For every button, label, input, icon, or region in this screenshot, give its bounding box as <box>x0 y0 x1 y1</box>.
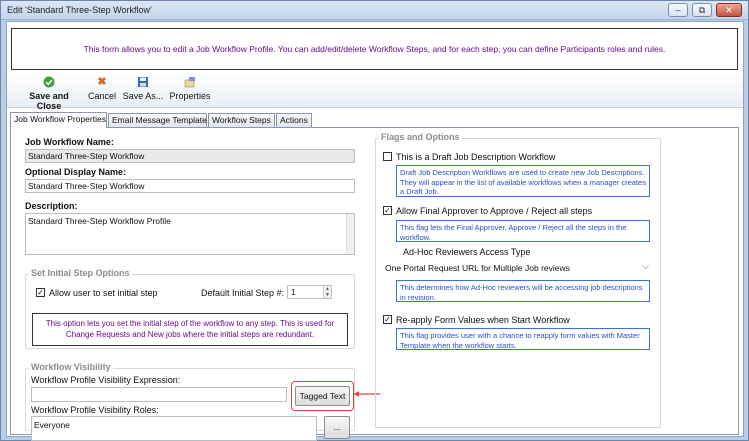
tab-email-message-template[interactable]: Email Message Template <box>108 113 207 128</box>
close-icon[interactable]: ✕ <box>716 3 742 17</box>
reapply-form-values-checkbox[interactable]: ✓ <box>383 315 392 324</box>
properties-label: Properties <box>169 91 211 101</box>
display-name-input[interactable]: Standard Three-Step Workflow <box>25 179 355 193</box>
save-as-label: Save As... <box>122 91 164 101</box>
tagged-text-highlight <box>291 381 354 411</box>
visibility-roles-field[interactable]: Everyone <box>31 416 317 441</box>
draft-workflow-label: This is a Draft Job Description Workflow <box>396 152 556 162</box>
form-description-banner: This form allows you to edit a Job Workf… <box>11 28 738 70</box>
restore-icon[interactable]: ⧉ <box>692 3 712 17</box>
flags-options-title: Flags and Options <box>379 132 462 142</box>
final-approver-note: This flag lets the Final Approver, Appro… <box>396 220 650 242</box>
default-initial-step-stepper[interactable]: 1 ▲ ▼ <box>287 285 332 299</box>
adhoc-access-dropdown[interactable]: One Portal Request URL for Multiple Job … <box>383 261 651 275</box>
tab-actions[interactable]: Actions <box>276 113 312 128</box>
cancel-label: Cancel <box>87 91 116 101</box>
checkmark-icon <box>43 76 55 88</box>
description-scrollbar[interactable] <box>346 214 354 254</box>
final-approver-checkbox[interactable]: ✓ <box>383 206 392 215</box>
minimize-icon[interactable]: – <box>668 3 688 17</box>
final-approver-label: Allow Final Approver to Approve / Reject… <box>396 206 593 216</box>
tab-workflow-steps[interactable]: Workflow Steps <box>208 113 275 128</box>
tab-job-workflow-properties[interactable]: Job Workflow Properties <box>10 112 107 128</box>
edit-workflow-window: Edit 'Standard Three-Step Workflow' – ⧉ … <box>0 0 749 441</box>
visibility-roles-label: Workflow Profile Visibility Roles: <box>31 405 159 415</box>
description-text: Standard Three-Step Workflow Profile <box>28 216 171 226</box>
description-label: Description: <box>25 201 78 211</box>
window-title: Edit 'Standard Three-Step Workflow' <box>7 5 152 15</box>
chevron-down-icon: ⌵ <box>642 261 649 271</box>
visibility-group-title: Workflow Visibility <box>29 362 113 372</box>
adhoc-access-note: This determines how Ad-Hoc reviewers wil… <box>396 280 650 302</box>
cancel-x-icon: ✖ <box>97 76 107 88</box>
browse-roles-button[interactable]: ... <box>324 416 350 439</box>
reapply-form-values-note: This flag provides user with a chance to… <box>396 328 650 350</box>
form-content: This form allows you to edit a Job Workf… <box>6 21 744 441</box>
draft-workflow-checkbox[interactable] <box>383 152 392 161</box>
title-bar: Edit 'Standard Three-Step Workflow' – ⧉ … <box>1 1 748 20</box>
default-initial-step-label: Default Initial Step #: <box>201 288 285 298</box>
initial-step-note: This option lets you set the initial ste… <box>32 313 348 346</box>
floppy-disk-icon <box>137 76 149 88</box>
workflow-name-label: Job Workflow Name: <box>25 137 114 147</box>
save-and-close-label: Save and Close <box>29 91 69 111</box>
draft-workflow-note: Draft Job Description Workflows are used… <box>396 165 650 197</box>
description-textarea[interactable]: Standard Three-Step Workflow Profile <box>25 213 355 255</box>
allow-initial-step-label: Allow user to set initial step <box>49 288 158 298</box>
save-as-button[interactable]: Save As... <box>122 76 164 101</box>
reapply-form-values-label: Re-apply Form Values when Start Workflow <box>396 315 570 325</box>
adhoc-reviewers-title: Ad-Hoc Reviewers Access Type <box>403 247 531 257</box>
adhoc-access-selected: One Portal Request URL for Multiple Job … <box>385 263 570 273</box>
default-initial-step-value: 1 <box>291 287 296 297</box>
workflow-name-field: Standard Three-Step Workflow <box>25 149 355 163</box>
visibility-expression-label: Workflow Profile Visibility Expression: <box>31 375 181 385</box>
display-name-label: Optional Display Name: <box>25 167 127 177</box>
cancel-button[interactable]: ✖ Cancel <box>87 76 117 101</box>
toolbar: Save and Close ✖ Cancel Save As... Prope… <box>7 73 743 111</box>
save-and-close-button[interactable]: Save and Close <box>17 76 81 111</box>
visibility-expression-input[interactable] <box>31 387 287 402</box>
properties-icon <box>184 76 196 88</box>
stepper-arrows-icon[interactable]: ▲ ▼ <box>323 286 331 298</box>
properties-button[interactable]: Properties <box>168 76 212 101</box>
allow-initial-step-checkbox[interactable]: ✓ <box>36 288 45 297</box>
initial-step-group-title: Set Initial Step Options <box>29 268 132 278</box>
properties-panel: Job Workflow Name: Standard Three-Step W… <box>10 127 739 441</box>
